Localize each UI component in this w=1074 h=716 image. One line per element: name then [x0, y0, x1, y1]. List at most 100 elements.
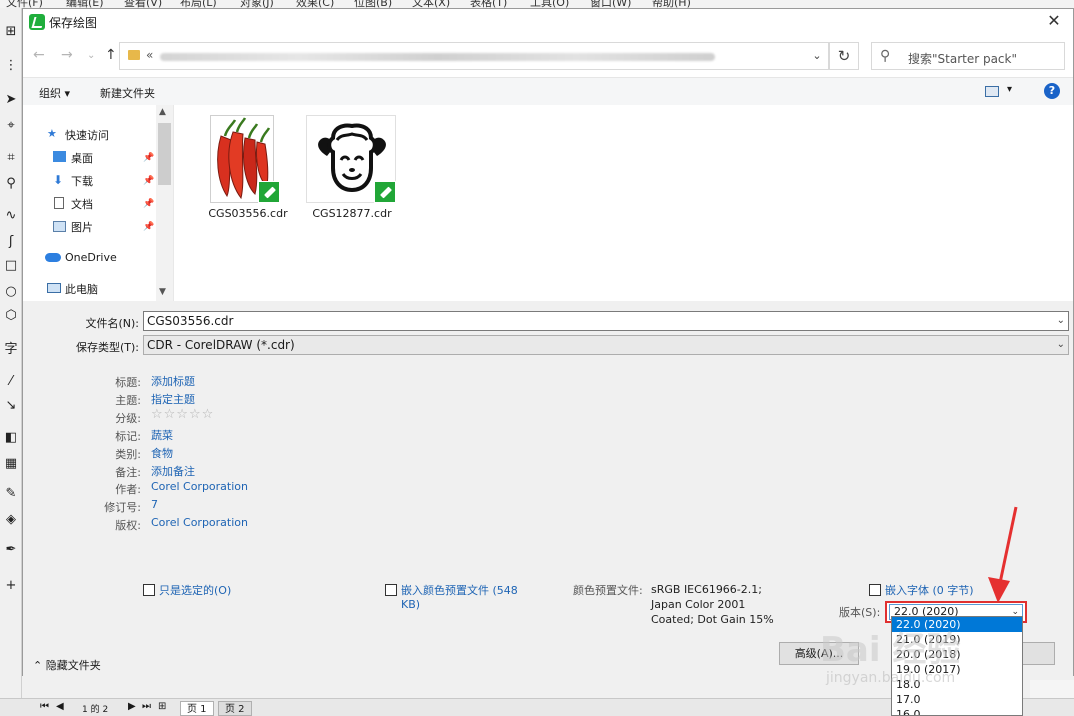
embed-color-label-line1[interactable]: 嵌入颜色预置文件 (548 [401, 582, 518, 598]
nav-onedrive[interactable]: OneDrive [65, 251, 117, 264]
page-tab-2[interactable]: 页 2 [218, 701, 252, 716]
menu-help[interactable]: 帮助(H) [652, 0, 691, 8]
forward-arrow-icon[interactable]: → [61, 47, 73, 63]
fill-tool-icon[interactable]: ◈ [3, 512, 19, 528]
meta-author-value[interactable]: Corel Corporation [151, 480, 248, 493]
chevron-down-icon[interactable]: ⌄ [1057, 336, 1065, 354]
recent-chevron-icon[interactable]: ⌄ [87, 50, 95, 61]
nav-item-pictures[interactable]: 图片 [71, 219, 93, 235]
new-folder-button[interactable]: 新建文件夹 [100, 85, 155, 101]
shape-tool-icon[interactable]: ⌖ [3, 118, 19, 134]
page-next-icon[interactable]: ▶ [128, 701, 136, 712]
close-button[interactable]: ✕ [1045, 12, 1063, 30]
filename-input[interactable]: CGS03556.cdr ⌄ [143, 311, 1069, 331]
meta-rating-label: 分级: [115, 412, 141, 425]
add-tool-icon[interactable]: + [3, 578, 19, 594]
meta-title-label: 标题: [115, 376, 141, 389]
rectangle-tool-icon[interactable]: □ [3, 258, 19, 274]
pick-tool-icon[interactable]: ➤ [3, 92, 19, 108]
add-page-icon[interactable]: ⊞ [158, 701, 166, 712]
line-tool-icon[interactable]: ⁄ [3, 374, 19, 390]
search-box[interactable]: ⚲ 搜索"Starter pack" [871, 42, 1065, 70]
shadow-tool-icon[interactable]: ◧ [3, 430, 19, 446]
pin-icon[interactable]: 📌 [143, 222, 154, 232]
page-tab-1[interactable]: 页 1 [180, 701, 214, 716]
embed-fonts-checkbox[interactable] [869, 584, 881, 596]
view-mode-icon[interactable] [985, 86, 999, 97]
version-option[interactable]: 17.0 [892, 692, 1022, 707]
nav-quick-access[interactable]: 快速访问 [65, 127, 109, 143]
menu-object[interactable]: 对象(J) [240, 0, 274, 8]
text-tool-icon[interactable]: 字 [3, 342, 19, 358]
menu-table[interactable]: 表格(T) [470, 0, 507, 8]
menu-text[interactable]: 文本(X) [412, 0, 450, 8]
chevron-down-icon[interactable]: ⌄ [1057, 312, 1065, 330]
embed-fonts-label[interactable]: 嵌入字体 (0 字节) [885, 582, 974, 598]
connector-tool-icon[interactable]: ↘ [3, 398, 19, 414]
view-dropdown-icon[interactable]: ▾ [1007, 84, 1012, 95]
rating-stars[interactable]: ☆☆☆☆☆ [151, 407, 214, 422]
back-arrow-icon[interactable]: ← [33, 47, 45, 63]
crop-tool-icon[interactable]: ⌗ [3, 150, 19, 166]
address-dropdown-icon[interactable]: ⌄ [806, 43, 828, 69]
organize-button[interactable]: 组织 ▾ [39, 85, 70, 101]
refresh-button[interactable]: ↻ [829, 42, 859, 70]
filetype-select[interactable]: CDR - CorelDRAW (*.cdr) ⌄ [143, 335, 1069, 355]
page-prev-icon[interactable]: ◀ [56, 701, 64, 712]
file-item[interactable]: CGS12877.cdr [304, 113, 408, 229]
nav-item-downloads[interactable]: 下载 [71, 173, 93, 189]
curve-tool-icon[interactable]: ʃ [3, 234, 19, 250]
embed-color-label-line2[interactable]: KB) [401, 598, 420, 611]
meta-title-value[interactable]: 添加标题 [151, 373, 195, 389]
eyedropper-tool-icon[interactable]: ✎ [3, 486, 19, 502]
nav-this-pc[interactable]: 此电脑 [65, 281, 98, 297]
scroll-down-icon[interactable]: ▼ [159, 287, 166, 297]
address-overflow[interactable]: « [146, 48, 153, 62]
nav-item-documents[interactable]: 文档 [71, 196, 93, 212]
selected-only-checkbox[interactable] [143, 584, 155, 596]
document-icon [54, 197, 64, 209]
menu-bitmap[interactable]: 位图(B) [354, 0, 392, 8]
nav-scrollbar[interactable]: ▲ ▼ [156, 105, 173, 301]
zoom-tool-icon[interactable]: ⚲ [3, 176, 19, 192]
page-first-icon[interactable]: ⏮ [40, 701, 49, 712]
transparency-tool-icon[interactable]: ▦ [3, 456, 19, 472]
add-page-icon[interactable]: ⊞ [3, 24, 19, 40]
pin-icon[interactable]: 📌 [143, 176, 154, 186]
address-bar[interactable]: « ⌄ [119, 42, 829, 70]
scroll-up-icon[interactable]: ▲ [159, 107, 166, 117]
navigation-pane: ★ 快速访问 桌面 📌 ⬇ 下载 📌 文档 📌 图片 📌 OneDrive 此电… [23, 105, 173, 301]
navigation-bar: ← → ⌄ ↑ « ⌄ ↻ ⚲ 搜索"Starter pack" [23, 35, 1073, 77]
meta-category-value[interactable]: 食物 [151, 445, 173, 461]
scroll-thumb[interactable] [158, 123, 171, 185]
meta-subject-value[interactable]: 指定主题 [151, 391, 195, 407]
page-last-icon[interactable]: ⏭ [142, 701, 151, 712]
help-icon[interactable]: ? [1044, 83, 1060, 99]
selected-only-label[interactable]: 只是选定的(O) [159, 582, 231, 598]
meta-copyright-value[interactable]: Corel Corporation [151, 516, 248, 529]
search-input[interactable]: 搜索"Starter pack" [908, 50, 1017, 67]
ellipse-tool-icon[interactable]: ○ [3, 284, 19, 300]
polygon-tool-icon[interactable]: ⬡ [3, 308, 19, 324]
pin-icon[interactable]: 📌 [143, 153, 154, 163]
meta-notes-value[interactable]: 添加备注 [151, 463, 195, 479]
menu-layout[interactable]: 布局(L) [180, 0, 217, 8]
menu-view[interactable]: 查看(V) [124, 0, 162, 8]
version-option[interactable]: 16.0 [892, 707, 1022, 715]
pen-tool-icon[interactable]: ✒ [3, 542, 19, 558]
grid-icon[interactable]: ⋮ [3, 58, 19, 74]
menu-window[interactable]: 窗口(W) [590, 0, 631, 8]
freehand-tool-icon[interactable]: ∿ [3, 208, 19, 224]
hide-folders-toggle[interactable]: ⌃ 隐藏文件夹 [33, 657, 101, 673]
menu-file[interactable]: 文件(F) [6, 0, 43, 8]
file-item[interactable]: CGS03556.cdr [200, 113, 304, 229]
menu-tools[interactable]: 工具(O) [530, 0, 569, 8]
pin-icon[interactable]: 📌 [143, 199, 154, 209]
embed-color-checkbox[interactable] [385, 584, 397, 596]
menu-effects[interactable]: 效果(C) [296, 0, 334, 8]
menu-edit[interactable]: 编辑(E) [66, 0, 104, 8]
meta-revision-value[interactable]: 7 [151, 498, 158, 511]
nav-item-desktop[interactable]: 桌面 [71, 150, 93, 166]
up-arrow-icon[interactable]: ↑ [105, 47, 117, 63]
meta-tags-value[interactable]: 蔬菜 [151, 427, 173, 443]
